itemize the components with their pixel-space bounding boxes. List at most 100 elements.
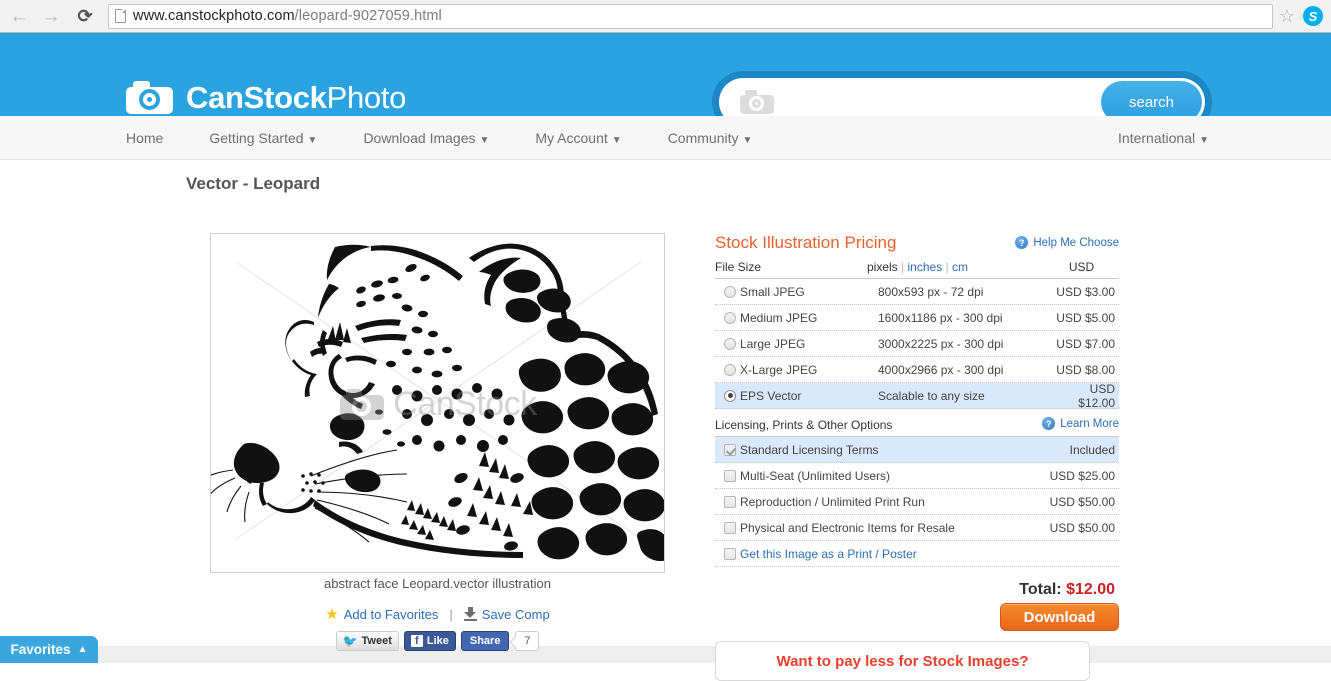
share-count-badge: 7 xyxy=(515,631,540,651)
like-label: Like xyxy=(426,635,449,647)
pricing-row-name: EPS Vector xyxy=(740,388,802,403)
page-title: Vector - Leopard xyxy=(186,174,321,193)
checkbox-resale[interactable] xyxy=(724,521,736,534)
save-comp-download-icon xyxy=(463,607,477,621)
unit-pixels: pixels xyxy=(867,260,898,274)
licensing-row-value: USD $50.00 xyxy=(1049,494,1115,509)
address-bar[interactable]: www.canstockphoto.com/leopard-9027059.ht… xyxy=(108,3,1273,29)
licensing-row-name: Reproduction / Unlimited Print Run xyxy=(740,494,925,509)
checkbox-standard-terms[interactable] xyxy=(724,443,736,456)
main-navigation: Home Getting Started ▼ Download Images ▼ M… xyxy=(0,116,1331,160)
url-domain: www.canstockphoto.com xyxy=(133,8,295,24)
radio-medium-jpeg[interactable] xyxy=(724,311,736,324)
page-document-icon xyxy=(115,9,126,23)
radio-eps-vector[interactable] xyxy=(724,389,736,402)
nav-item-international[interactable]: International ▼ xyxy=(1118,130,1209,146)
licensing-row-reproduction[interactable]: Reproduction / Unlimited Print Run USD $… xyxy=(715,489,1119,515)
leopard-illustration xyxy=(211,234,664,572)
checkbox-multi-seat[interactable] xyxy=(724,469,736,482)
chevron-down-icon: ▼ xyxy=(1199,135,1209,146)
add-to-favorites-link[interactable]: Add to Favorites xyxy=(344,607,439,622)
logo-light: Photo xyxy=(326,80,407,115)
nav-item-my-account[interactable]: My Account ▼ xyxy=(535,130,621,146)
licensing-row-name: Multi-Seat (Unlimited Users) xyxy=(740,468,891,483)
licensing-row-resale[interactable]: Physical and Electronic Items for Resale… xyxy=(715,515,1119,541)
image-caption: abstract face Leopard.vector illustratio… xyxy=(324,576,551,591)
licensing-row-multi-seat[interactable]: Multi-Seat (Unlimited Users) USD $25.00 xyxy=(715,463,1119,489)
reload-icon[interactable]: ⟳ xyxy=(72,3,98,29)
browser-toolbar: ← → ⟳ www.canstockphoto.com/leopard-9027… xyxy=(0,0,1331,33)
pricing-row-eps-vector[interactable]: EPS Vector Scalable to any size USD $12.… xyxy=(715,381,1119,410)
nav-item-community[interactable]: Community ▼ xyxy=(668,130,753,146)
nav-item-getting-started[interactable]: Getting Started ▼ xyxy=(209,130,317,146)
pricing-row-large-jpeg[interactable]: Large JPEG 3000x2225 px - 300 dpi USD $7… xyxy=(715,331,1119,357)
pay-less-banner[interactable]: Want to pay less for Stock Images? xyxy=(715,641,1090,681)
site-header: CanStockPhoto search xyxy=(0,33,1331,133)
back-arrow-icon[interactable]: ← xyxy=(6,3,32,29)
unit-cm-link[interactable]: cm xyxy=(952,260,968,274)
pricing-row-name: Small JPEG xyxy=(740,284,805,299)
learn-more-link[interactable]: ? Learn More xyxy=(1042,417,1119,430)
tweet-button[interactable]: 🐦 Tweet xyxy=(335,631,399,651)
licensing-row-standard-terms[interactable]: Standard Licensing Terms Included xyxy=(715,437,1119,463)
nav-label: Home xyxy=(126,130,164,146)
total-label: Total: xyxy=(1019,581,1062,598)
print-poster-link[interactable]: Get this Image as a Print / Poster xyxy=(740,547,1040,561)
total-amount: $12.00 xyxy=(1066,581,1115,598)
skype-icon[interactable]: S xyxy=(1303,6,1323,26)
facebook-icon: f xyxy=(410,635,423,647)
licensing-header: Licensing, Prints & Other Options ? Lear… xyxy=(715,417,1119,437)
unit-inches-link[interactable]: inches xyxy=(908,260,943,274)
forward-arrow-icon[interactable]: → xyxy=(38,3,64,29)
radio-large-jpeg[interactable] xyxy=(724,337,736,350)
help-link-label: Help Me Choose xyxy=(1033,236,1119,249)
pricing-row-price: USD $8.00 xyxy=(1056,362,1115,377)
question-mark-icon: ? xyxy=(1042,417,1056,430)
url-text: www.canstockphoto.com/leopard-9027059.ht… xyxy=(133,8,442,24)
licensing-row-name: Physical and Electronic Items for Resale xyxy=(740,520,955,535)
pricing-row-price: USD $3.00 xyxy=(1056,284,1115,299)
pricing-panel: Stock Illustration Pricing ? Help Me Cho… xyxy=(715,233,1119,631)
nav-label: Getting Started xyxy=(209,130,304,146)
pricing-row-small-jpeg[interactable]: Small JPEG 800x593 px - 72 dpi USD $3.00 xyxy=(715,279,1119,305)
nav-right: International ▼ xyxy=(1118,116,1209,160)
nav-item-download-images[interactable]: Download Images ▼ xyxy=(363,130,489,146)
help-me-choose-link[interactable]: ? Help Me Choose xyxy=(1015,236,1119,249)
pricing-row-price: USD $7.00 xyxy=(1056,336,1115,351)
pricing-row-xlarge-jpeg[interactable]: X-Large JPEG 4000x2966 px - 300 dpi USD … xyxy=(715,357,1119,383)
pricing-row-medium-jpeg[interactable]: Medium JPEG 1600x1186 px - 300 dpi USD $… xyxy=(715,305,1119,331)
twitter-bird-icon: 🐦 xyxy=(342,634,358,648)
nav-item-home[interactable]: Home xyxy=(126,130,163,146)
product-image-frame[interactable]: CanStock xyxy=(210,233,665,573)
favorites-tab[interactable]: Favorites ▲ xyxy=(0,636,98,663)
facebook-share-button[interactable]: Share xyxy=(460,631,510,651)
licensing-row-print-poster[interactable]: Get this Image as a Print / Poster xyxy=(715,541,1119,567)
col-units: pixels | inches | cm xyxy=(867,260,1044,274)
unit-bar: | xyxy=(901,260,905,274)
checkbox-print-poster[interactable] xyxy=(724,547,736,560)
pricing-row-spec: Scalable to any size xyxy=(878,388,985,403)
nav-label: International xyxy=(1118,130,1196,146)
pricing-row-spec: 3000x2225 px - 300 dpi xyxy=(878,336,1004,351)
favorites-label: Favorites xyxy=(10,642,71,657)
pricing-row-name: X-Large JPEG xyxy=(740,362,818,377)
nav-label: Download Images xyxy=(363,130,476,146)
nav-label: My Account xyxy=(535,130,608,146)
checkbox-reproduction[interactable] xyxy=(724,495,736,508)
pricing-row-price: USD $5.00 xyxy=(1056,310,1115,325)
pricing-row-price: USD $12.00 xyxy=(1078,381,1115,410)
nav-items: Home Getting Started ▼ Download Images ▼ M… xyxy=(126,116,798,160)
download-button[interactable]: Download xyxy=(1000,603,1119,631)
radio-xlarge-jpeg[interactable] xyxy=(724,363,736,376)
save-comp-link[interactable]: Save Comp xyxy=(482,607,550,622)
facebook-like-button[interactable]: f Like xyxy=(403,631,456,651)
licensing-row-name: Standard Licensing Terms xyxy=(740,442,879,457)
chevron-down-icon: ▼ xyxy=(307,135,318,146)
radio-small-jpeg[interactable] xyxy=(724,285,736,298)
order-total: Total: $12.00 xyxy=(1019,581,1115,599)
camera-logo-icon xyxy=(126,81,173,114)
search-camera-icon xyxy=(740,90,774,114)
site-logo[interactable]: CanStockPhoto xyxy=(126,81,406,114)
bookmark-star-icon[interactable]: ☆ xyxy=(1279,6,1295,27)
chevron-down-icon: ▼ xyxy=(611,135,622,146)
